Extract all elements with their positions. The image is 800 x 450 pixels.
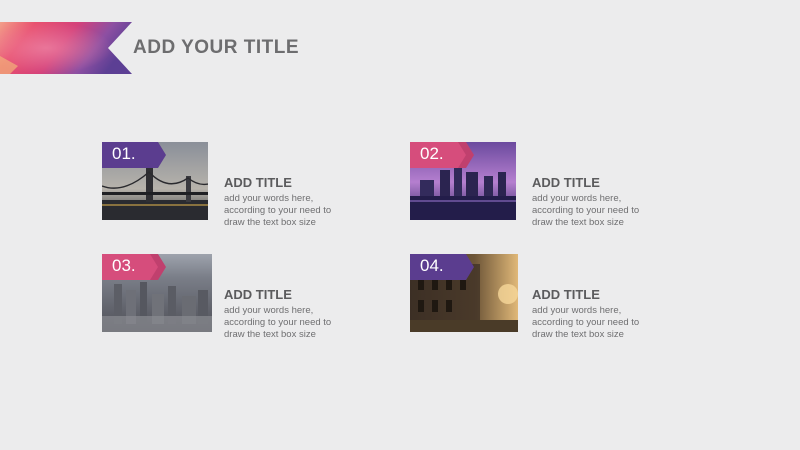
card-title: ADD TITLE [224,287,292,302]
card-title: ADD TITLE [532,175,600,190]
card-1: 01. ADD TITLE add your words here, accor… [102,142,362,232]
card-body: add your words here, according to your n… [532,305,640,340]
slide: ADD YOUR TITLE 01. ADD TITLE add your wo… [0,0,800,450]
card-body: add your words here, according to your n… [224,305,332,340]
card-2: 02. ADD TITLE add your words here, accor… [410,142,670,232]
card-3: 03. ADD TITLE add your words here, accor… [102,254,362,344]
item-number: 04. [420,256,444,275]
header-ribbon [0,22,132,74]
slide-title: ADD YOUR TITLE [133,37,300,58]
card-title: ADD TITLE [224,175,292,190]
item-number: 01. [112,144,136,163]
item-number: 03. [112,256,136,275]
card-body: add your words here, according to your n… [224,193,332,228]
card-4: 04. ADD TITLE add your words here, accor… [410,254,670,344]
card-body: add your words here, according to your n… [532,193,640,228]
item-number: 02. [420,144,444,163]
card-title: ADD TITLE [532,287,600,302]
